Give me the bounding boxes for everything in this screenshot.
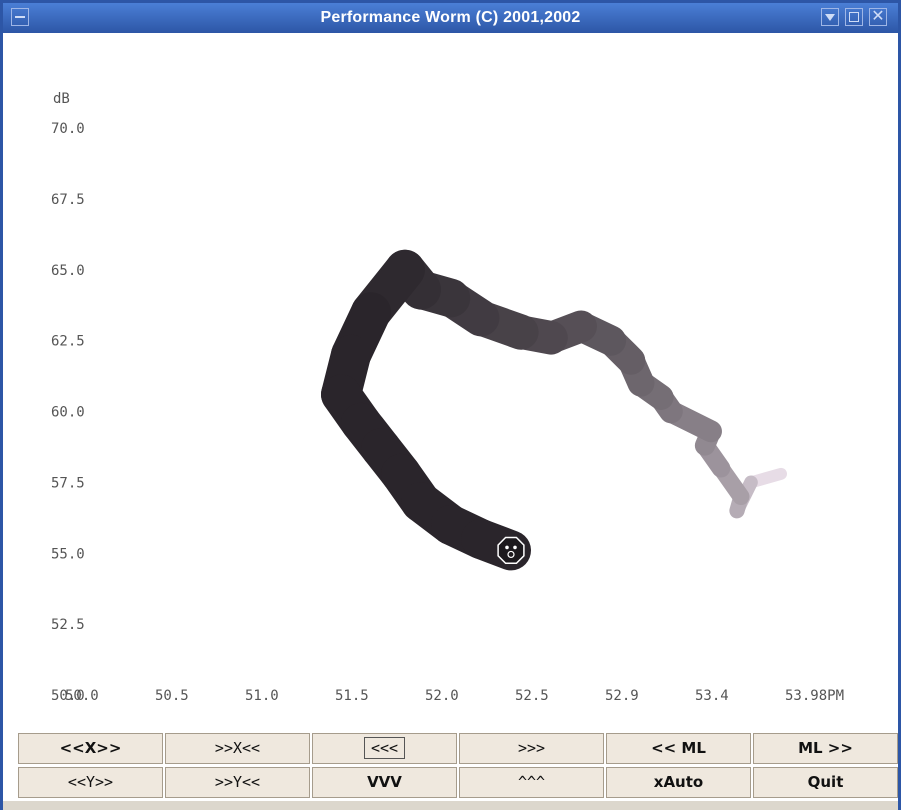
control-buttons: <<X>> >>X<< <<< >>> << ML ML >> <<Y>> >>… xyxy=(18,733,898,801)
y-tick-label: 62.5 xyxy=(51,334,85,350)
x-tick-label: 51.0 xyxy=(245,688,279,704)
y-tick-label: 65.0 xyxy=(51,263,85,279)
ml-forward-button[interactable]: ML >> xyxy=(753,733,898,764)
x-axis-ticks: 50.0 50.5 51.0 51.5 52.0 52.5 52.9 53.4 53.98PM xyxy=(65,688,844,704)
y-zoom-out-button[interactable]: <<Y>> xyxy=(18,767,163,798)
y-zoom-in-button[interactable]: >>Y<< xyxy=(165,767,310,798)
worm-chart: dB 70.067.565.062.560.057.555.052.550.0 … xyxy=(51,91,844,704)
worm-plot: dB 70.0 67.5 65.0 62.5 60.0 57.5 55.0 52.5 50.0 … xyxy=(3,33,898,733)
worm-eye xyxy=(513,545,517,550)
ml-back-label: << ML xyxy=(651,739,706,757)
shift-down-label: VVV xyxy=(367,773,402,791)
ml-back-button[interactable]: << ML xyxy=(606,733,751,764)
shift-down-button[interactable]: VVV xyxy=(312,767,457,798)
window-title: Performance Worm (C) 2001,2002 xyxy=(320,9,581,26)
title-bar[interactable]: Performance Worm (C) 2001,2002 ✕ xyxy=(3,3,898,33)
x-tick-label: 52.0 xyxy=(425,688,459,704)
x-tick-label: 50.0 xyxy=(65,688,99,704)
step-back-button[interactable]: <<< xyxy=(312,733,457,764)
window-bottom-border xyxy=(3,801,898,810)
step-back-label: <<< xyxy=(363,737,406,759)
maximize-icon xyxy=(849,12,859,22)
worm-head xyxy=(497,536,525,565)
y-tick-label: 52.5 xyxy=(51,617,85,633)
x-tick-label: 53.4 xyxy=(695,688,729,704)
x-tick-label: 51.5 xyxy=(335,688,369,704)
close-icon: ✕ xyxy=(871,6,885,25)
x-tick-label: 53.98PM xyxy=(785,688,844,704)
y-axis-label: dB xyxy=(53,91,70,107)
shift-up-button[interactable]: ^^^ xyxy=(459,767,604,798)
y-tick-label: 67.5 xyxy=(51,192,85,208)
x-tick-label: 50.5 xyxy=(155,688,189,704)
x-zoom-in-label: >>X<< xyxy=(214,739,261,757)
x-auto-button[interactable]: xAuto xyxy=(606,767,751,798)
y-zoom-in-label: >>Y<< xyxy=(214,773,261,791)
performance-worm-window: Performance Worm (C) 2001,2002 ✕ dB 70.0… xyxy=(0,0,901,810)
shift-up-label: ^^^ xyxy=(517,773,546,791)
step-forward-label: >>> xyxy=(517,739,546,757)
worm-trail xyxy=(321,249,787,571)
step-forward-button[interactable]: >>> xyxy=(459,733,604,764)
y-tick-label: 70.0 xyxy=(51,121,85,137)
quit-button[interactable]: Quit xyxy=(753,767,898,798)
maximize-button[interactable] xyxy=(845,8,863,26)
y-tick-label: 55.0 xyxy=(51,546,85,562)
y-axis-ticks: 70.067.565.062.560.057.555.052.550.0 xyxy=(51,121,85,704)
x-tick-label: 52.9 xyxy=(605,688,639,704)
quit-label: Quit xyxy=(807,773,844,791)
x-zoom-in-button[interactable]: >>X<< xyxy=(165,733,310,764)
x-zoom-out-label: <<X>> xyxy=(59,739,122,757)
y-tick-label: 57.5 xyxy=(51,475,85,491)
minimize-icon xyxy=(825,14,835,21)
worm-head-shape xyxy=(497,536,525,565)
ml-forward-label: ML >> xyxy=(798,739,853,757)
y-tick-label: 60.0 xyxy=(51,405,85,421)
x-auto-label: xAuto xyxy=(653,773,704,791)
x-zoom-out-button[interactable]: <<X>> xyxy=(18,733,163,764)
close-button[interactable]: ✕ xyxy=(869,6,887,26)
x-tick-label: 52.5 xyxy=(515,688,549,704)
y-zoom-out-label: <<Y>> xyxy=(67,773,114,791)
worm-eye xyxy=(505,545,509,550)
minimize-button[interactable] xyxy=(821,8,839,26)
